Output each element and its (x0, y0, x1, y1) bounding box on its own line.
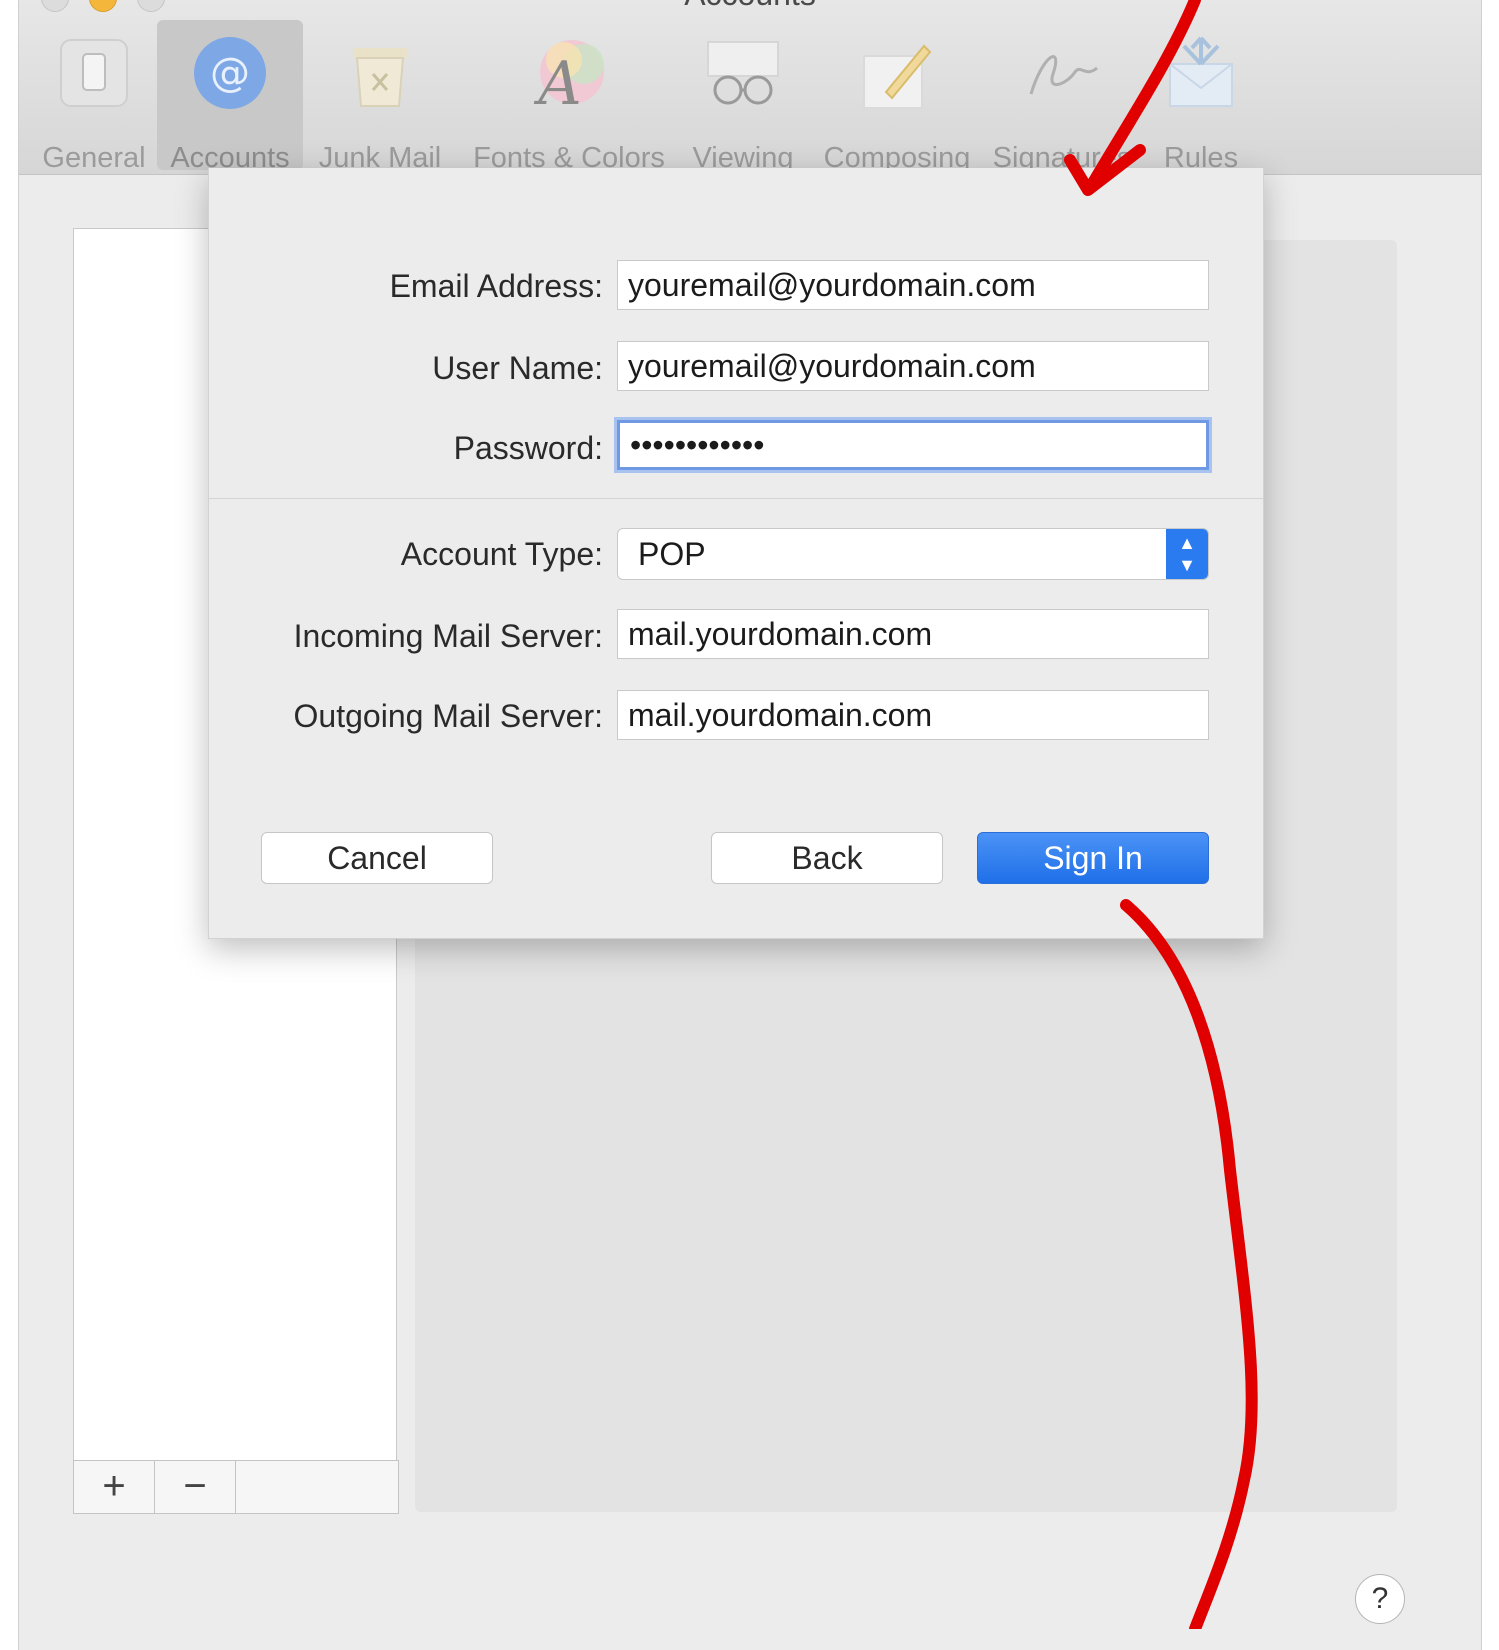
section-divider (209, 498, 1263, 499)
toolbar-item-accounts[interactable]: @ Accounts (157, 20, 303, 174)
toolbar-item-viewing[interactable]: Viewing (683, 20, 803, 174)
svg-text:@: @ (210, 50, 250, 96)
window-title: Accounts (19, 0, 1481, 13)
user-name-label: User Name: (432, 350, 603, 386)
user-name-field[interactable]: youremail@yourdomain.com (617, 341, 1209, 391)
at-sign-icon: @ (194, 37, 266, 109)
glasses-icon (707, 41, 779, 105)
junk-mail-icon (353, 48, 407, 107)
help-button[interactable]: ? (1355, 1574, 1405, 1624)
account-list-controls: + − (73, 1460, 399, 1514)
signature-icon (1029, 55, 1098, 95)
toolbar-item-general[interactable]: General (31, 20, 157, 174)
sign-in-button[interactable]: Sign In (977, 832, 1209, 884)
toolbar-item-signatures[interactable]: Signatures (987, 20, 1137, 174)
add-account-sheet: Email Address: youremail@yourdomain.com … (208, 168, 1264, 939)
incoming-mail-server-field[interactable]: mail.yourdomain.com (617, 609, 1209, 659)
account-type-value: POP (638, 536, 706, 572)
email-address-label: Email Address: (389, 268, 603, 304)
toolbar-item-rules[interactable]: Rules (1151, 20, 1251, 174)
chevron-up-down-icon: ▲ ▼ (1166, 529, 1208, 579)
password-label: Password: (453, 430, 603, 466)
password-field[interactable]: •••••••••••• (617, 420, 1209, 470)
toolbar-item-junk-mail[interactable]: Junk Mail (309, 20, 451, 174)
svg-text:A: A (533, 49, 581, 112)
outgoing-mail-server-label: Outgoing Mail Server: (293, 698, 603, 734)
rules-envelope-icon (1169, 36, 1233, 107)
account-type-select[interactable]: POP ▲ ▼ (617, 528, 1209, 580)
toolbar-item-label: General (42, 142, 146, 174)
outgoing-mail-server-field[interactable]: mail.yourdomain.com (617, 690, 1209, 740)
toolbar-item-fonts-colors[interactable]: A Fonts & Colors (461, 20, 677, 174)
add-account-button[interactable]: + (74, 1461, 155, 1513)
toolbar-item-composing[interactable]: Composing (815, 20, 979, 174)
incoming-mail-server-label: Incoming Mail Server: (293, 618, 603, 654)
back-button[interactable]: Back (711, 832, 943, 884)
email-address-field[interactable]: youremail@yourdomain.com (617, 260, 1209, 310)
cancel-button[interactable]: Cancel (261, 832, 493, 884)
fonts-colors-icon: A (533, 40, 604, 112)
toolbar: Accounts General @ Accounts Junk Mail (19, 0, 1481, 175)
account-type-label: Account Type: (400, 536, 603, 572)
remove-account-button[interactable]: − (155, 1461, 236, 1513)
general-switch-icon (60, 39, 128, 107)
pencil-icon (863, 44, 932, 109)
